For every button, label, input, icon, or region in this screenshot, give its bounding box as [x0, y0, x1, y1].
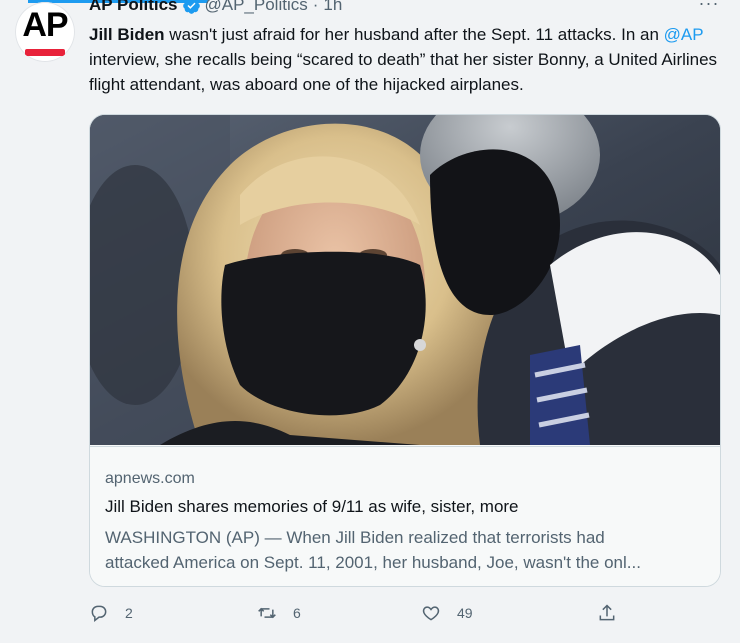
account-handle[interactable]: @AP_Politics [205, 0, 308, 15]
tweet-header: AP Politics @AP_Politics · 1h [89, 0, 342, 16]
card-meta[interactable]: apnews.com Jill Biden shares memories of… [90, 446, 720, 586]
reply-count: 2 [125, 605, 133, 621]
share-icon [599, 604, 615, 621]
card-title: Jill Biden shares memories of 9/11 as wi… [105, 497, 519, 516]
tweet[interactable]: AP AP Politics @AP_Politics · 1h ··· Jil… [0, 0, 740, 643]
like-button[interactable]: 49 [421, 600, 473, 626]
mention-link[interactable]: @AP [664, 25, 704, 44]
action-bar: 2 6 49 [89, 600, 629, 626]
avatar[interactable]: AP [15, 2, 75, 62]
verified-badge-icon [182, 0, 201, 15]
avatar-logo-text: AP [22, 6, 68, 44]
link-card[interactable]: apnews.com Jill Biden shares memories of… [89, 114, 721, 587]
like-count: 49 [457, 605, 473, 621]
tweet-text-part2: interview, she recalls being “scared to … [89, 50, 718, 94]
tweet-text-name: Jill Biden [89, 25, 165, 44]
tweet-timestamp[interactable]: 1h [323, 0, 342, 15]
retweet-count: 6 [293, 605, 301, 621]
card-description-line2: attacked America on Sept. 11, 2001, her … [105, 553, 641, 572]
card-domain: apnews.com [105, 470, 195, 487]
card-photo [90, 115, 720, 445]
avatar-logo-bar [25, 49, 65, 56]
tweet-text-part1: wasn't just afraid for her husband after… [164, 25, 664, 44]
card-description: WASHINGTON (AP) — When Jill Biden realiz… [105, 525, 705, 575]
reply-button[interactable]: 2 [89, 600, 133, 626]
retweet-button[interactable]: 6 [257, 600, 301, 626]
card-image[interactable] [90, 115, 720, 445]
retweet-icon [258, 607, 276, 619]
more-icon[interactable]: ··· [696, 0, 722, 16]
reply-icon [91, 605, 107, 623]
heart-icon [422, 606, 440, 621]
separator-dot: · [312, 0, 319, 14]
account-name[interactable]: AP Politics [89, 0, 178, 15]
tweet-text: Jill Biden wasn't just afraid for her hu… [89, 22, 729, 97]
share-button[interactable] [597, 600, 617, 626]
card-description-line1: WASHINGTON (AP) — When Jill Biden realiz… [105, 528, 605, 547]
